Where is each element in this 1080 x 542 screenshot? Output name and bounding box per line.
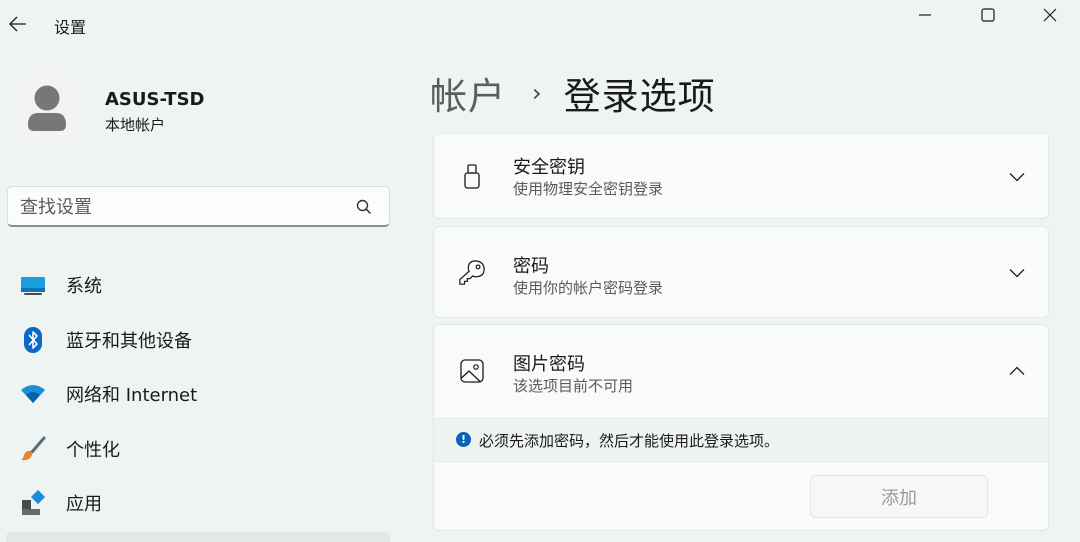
sidebar-item-label: 系统: [66, 276, 102, 298]
settings-window: 设置 ASUS-TSD 本地帐户 查找设置 系统 蓝牙和其他设备 网络和 Int…: [0, 0, 1080, 542]
search-icon[interactable]: [355, 198, 373, 216]
info-message: 必须先添加密码，然后才能使用此登录选项。: [479, 432, 780, 450]
minimize-button[interactable]: [894, 0, 956, 30]
sidebar-item-accounts[interactable]: [6, 532, 390, 542]
back-button[interactable]: [2, 8, 34, 40]
sidebar-item-system[interactable]: 系统: [6, 258, 390, 313]
maximize-button[interactable]: [957, 0, 1019, 30]
back-arrow-icon: [9, 16, 26, 32]
option-subtitle: 使用你的帐户密码登录: [513, 279, 664, 297]
sidebar-item-apps[interactable]: 应用: [6, 476, 390, 531]
option-row[interactable]: 安全密钥 使用物理安全密钥登录: [434, 135, 1048, 219]
bluetooth-icon: [20, 326, 46, 353]
sidebar-item-label: 蓝牙和其他设备: [66, 330, 192, 352]
system-display-icon: [20, 272, 46, 298]
option-row[interactable]: 图片密码 该选项目前不可用: [434, 325, 1048, 417]
close-icon: [1043, 8, 1057, 22]
option-security-key[interactable]: 安全密钥 使用物理安全密钥登录: [433, 135, 1049, 219]
profile-name: ASUS-TSD: [105, 89, 205, 110]
option-subtitle: 该选项目前不可用: [513, 377, 634, 395]
option-subtitle: 使用物理安全密钥登录: [513, 180, 664, 198]
wifi-icon: [20, 381, 46, 407]
info-message-bar: ! 必须先添加密码，然后才能使用此登录选项。: [434, 418, 1048, 462]
account-type: 本地帐户: [105, 116, 166, 134]
breadcrumb: 帐户 › 登录选项: [430, 68, 716, 118]
key-icon: [458, 259, 486, 287]
sidebar-item-network[interactable]: 网络和 Internet: [6, 367, 390, 422]
sidebar-item-label: 网络和 Internet: [66, 385, 198, 407]
sidebar-item-label: 个性化: [66, 439, 120, 461]
search-box[interactable]: [7, 186, 390, 227]
search-input[interactable]: [20, 195, 340, 219]
sidebar-item-label: 应用: [66, 494, 102, 516]
sidebar-nav: 系统 蓝牙和其他设备 网络和 Internet 个性化 应用: [6, 258, 390, 531]
paintbrush-icon: [20, 436, 46, 462]
chevron-down-icon[interactable]: [1008, 264, 1026, 282]
sidebar-item-personalization[interactable]: 个性化: [6, 422, 390, 477]
title-bar: 设置: [0, 0, 1080, 48]
close-button[interactable]: [1019, 0, 1080, 30]
apps-icon: [20, 490, 46, 516]
info-icon: !: [456, 432, 471, 447]
breadcrumb-parent[interactable]: 帐户: [430, 66, 506, 120]
option-picture-password: 图片密码 该选项目前不可用 ! 必须先添加密码，然后才能使用此登录选项。 添加: [433, 324, 1049, 531]
app-title: 设置: [54, 18, 87, 37]
chevron-down-icon[interactable]: [1008, 168, 1026, 186]
breadcrumb-separator: ›: [532, 79, 542, 107]
user-profile[interactable]: ASUS-TSD 本地帐户: [6, 68, 386, 150]
picture-icon: [458, 357, 486, 385]
maximize-icon: [981, 8, 995, 22]
sidebar-item-bluetooth[interactable]: 蓝牙和其他设备: [6, 313, 390, 368]
chevron-up-icon[interactable]: [1008, 362, 1026, 380]
add-button[interactable]: 添加: [810, 475, 988, 518]
option-title: 安全密钥: [513, 157, 585, 178]
minimize-icon: [919, 14, 931, 16]
user-avatar-icon: [28, 85, 66, 131]
avatar: [6, 68, 88, 150]
usb-key-icon: [458, 163, 486, 191]
option-row[interactable]: 密码 使用你的帐户密码登录: [434, 227, 1048, 319]
page-title: 登录选项: [563, 75, 716, 118]
option-title: 密码: [513, 256, 549, 277]
option-title: 图片密码: [513, 354, 585, 375]
option-password[interactable]: 密码 使用你的帐户密码登录: [433, 226, 1049, 318]
